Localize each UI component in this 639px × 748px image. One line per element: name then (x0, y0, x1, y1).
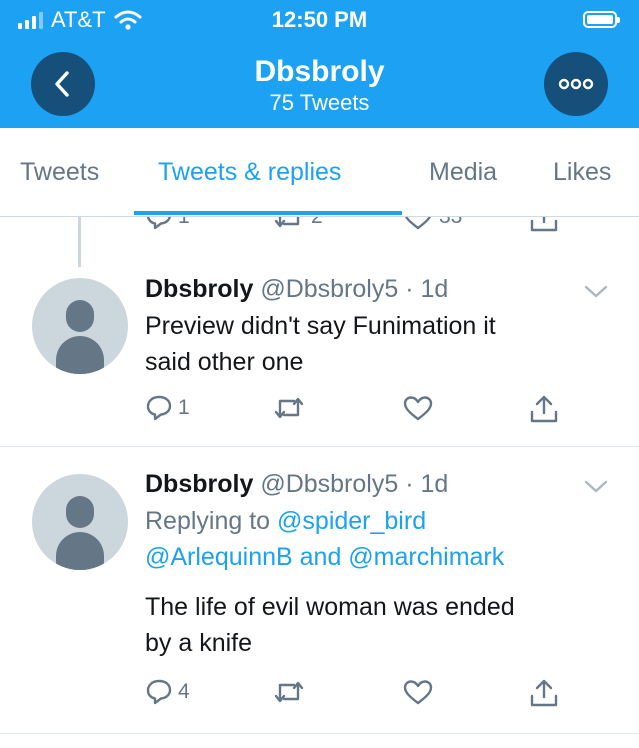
chevron-down-icon[interactable] (583, 479, 609, 495)
tweet-content: Dbsbroly @Dbsbroly5 · 1d Replying to @sp… (145, 469, 605, 661)
share-button[interactable] (528, 678, 560, 708)
partial-share-button[interactable] (528, 217, 560, 233)
share-icon (530, 679, 558, 707)
share-button[interactable] (528, 394, 560, 424)
partial-reply-button[interactable]: 1 (145, 217, 190, 231)
avatar[interactable] (32, 474, 128, 570)
retweet-button[interactable] (272, 394, 306, 422)
tab-likes[interactable]: Likes (553, 158, 611, 187)
tweet-time: · 1d (398, 275, 449, 303)
tweet-count: 75 Tweets (269, 90, 370, 115)
replying-to-prefix: Replying to (145, 507, 278, 535)
partial-like-count: 33 (439, 217, 462, 229)
chevron-down-icon[interactable] (583, 284, 609, 300)
reply-icon (146, 395, 172, 421)
more-icon (558, 78, 594, 90)
status-bar: AT&T 12:50 PM (0, 7, 639, 35)
partial-reply-count: 1 (178, 217, 190, 229)
partial-retweet-count: 2 (311, 217, 323, 229)
tweet-text-line: said other one (145, 348, 304, 376)
tweet-text: The life of evil woman was ended by a kn… (145, 589, 605, 661)
reply-button[interactable]: 4 (145, 678, 190, 706)
more-options-button[interactable] (544, 52, 608, 116)
like-button[interactable] (402, 394, 434, 422)
tab-tweets[interactable]: Tweets (20, 158, 99, 187)
replying-to: Replying to @spider_bird @ArlequinnB and… (145, 503, 605, 575)
tweet-actions: 4 (145, 678, 575, 708)
share-icon (530, 217, 558, 232)
tweet-text-line: Preview didn't say Funimation it (145, 312, 496, 340)
author-handle[interactable]: @Dbsbroly5 (260, 275, 398, 303)
replying-and: and (292, 543, 349, 571)
profile-header: AT&T 12:50 PM Dbsbroly 75 Tweets (0, 0, 639, 128)
active-tab-indicator (134, 211, 402, 215)
tweet-time: · 1d (398, 470, 449, 498)
author-name[interactable]: Dbsbroly (145, 275, 253, 303)
tweet-actions: 1 (145, 394, 575, 424)
retweet-icon (274, 397, 304, 419)
mention-link[interactable]: @ArlequinnB (145, 543, 293, 571)
like-button[interactable] (402, 678, 434, 706)
thread-connector-line (78, 217, 81, 267)
heart-icon (403, 396, 433, 421)
battery-icon (583, 11, 620, 28)
heart-icon (404, 217, 432, 230)
tab-tweets-and-replies[interactable]: Tweets & replies (158, 158, 341, 187)
mention-link[interactable]: @spider_bird (277, 507, 426, 535)
retweet-icon (274, 681, 304, 703)
reply-count: 1 (178, 396, 190, 419)
reply-icon (146, 217, 171, 230)
tab-media[interactable]: Media (429, 158, 497, 187)
tweet-divider (0, 733, 639, 734)
tweet-meta: Dbsbroly @Dbsbroly5 · 1d (145, 274, 605, 304)
mention-link[interactable]: @marchimark (348, 543, 504, 571)
tweet-text-line: by a knife (145, 629, 253, 657)
author-handle[interactable]: @Dbsbroly5 (260, 470, 398, 498)
tweet-text-line: The life of evil woman was ended (145, 593, 515, 621)
partial-retweet-button[interactable]: 2 (272, 217, 323, 231)
clock: 12:50 PM (271, 7, 368, 32)
retweet-icon (274, 217, 300, 228)
reply-button[interactable]: 1 (145, 394, 190, 422)
tweet-text: Preview didn't say Funimation it said ot… (145, 308, 605, 380)
avatar[interactable] (32, 278, 128, 374)
retweet-button[interactable] (272, 678, 306, 706)
heart-icon (403, 680, 433, 705)
partial-like-button[interactable]: 33 (402, 217, 462, 231)
tweet-meta: Dbsbroly @Dbsbroly5 · 1d (145, 469, 605, 499)
reply-icon (146, 679, 172, 705)
reply-count: 4 (178, 680, 190, 703)
partial-tweet-actions: 1 2 33 (0, 217, 639, 233)
tweet-content: Dbsbroly @Dbsbroly5 · 1d Preview didn't … (145, 274, 605, 380)
author-name[interactable]: Dbsbroly (145, 470, 253, 498)
tweet[interactable]: Dbsbroly @Dbsbroly5 · 1d Replying to @sp… (0, 447, 639, 733)
tweet[interactable]: Dbsbroly @Dbsbroly5 · 1d Preview didn't … (0, 270, 639, 446)
profile-tabs: Tweets Tweets & replies Media Likes (0, 128, 639, 217)
share-icon (530, 395, 558, 423)
